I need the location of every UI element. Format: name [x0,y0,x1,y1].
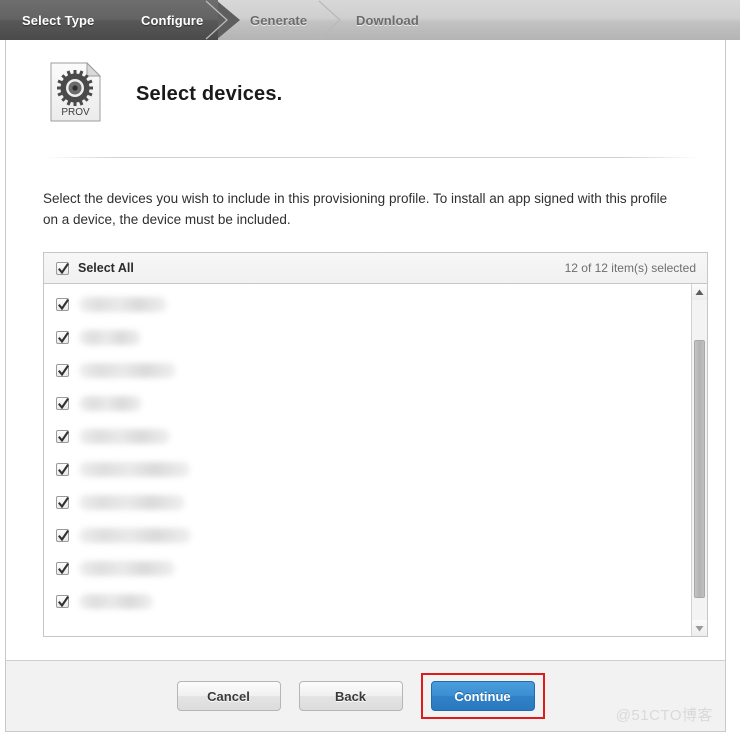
device-row[interactable] [44,387,690,420]
device-row[interactable] [44,486,690,519]
device-checkbox[interactable] [56,298,69,311]
step-download[interactable]: Download [356,0,419,40]
device-row[interactable] [44,288,690,321]
step-separator-2 [318,0,341,40]
step-separator-1 [205,0,228,40]
continue-button[interactable]: Continue [430,681,535,711]
cancel-button[interactable]: Cancel [176,681,281,711]
device-list-body [44,284,707,636]
device-name-redacted [79,561,175,576]
device-row[interactable] [44,354,690,387]
step-label-generate: Generate [250,12,308,28]
scrollbar-thumb[interactable] [694,340,705,598]
content-panel: PROV Select devices. Select the devices … [5,40,726,660]
device-row[interactable] [44,552,690,585]
device-list-header: Select All 12 of 12 item(s) selected [44,253,707,284]
step-configure[interactable]: Configure [141,0,203,40]
watermark: @51CTO博客 [615,707,713,724]
device-row[interactable] [44,453,690,486]
wizard-footer: Cancel Back Continue @51CTO博客 [5,660,726,732]
device-checkbox[interactable] [56,331,69,344]
device-checkbox[interactable] [56,529,69,542]
back-button[interactable]: Back [298,681,403,711]
wizard-step-bar: Select Type Configure Generate Download [0,0,740,40]
device-checkbox[interactable] [56,463,69,476]
scroll-up-arrow-icon[interactable] [692,284,707,300]
device-name-redacted [79,495,185,510]
device-row[interactable] [44,519,690,552]
page-title: Select devices. [136,83,283,105]
device-name-redacted [79,330,141,345]
device-name-redacted [79,528,191,543]
device-rows [44,284,690,618]
select-all-checkbox[interactable] [56,261,69,275]
step-label-select-type: Select Type [22,12,95,28]
device-name-redacted [79,297,167,312]
device-list-scrollbar[interactable] [691,284,707,636]
device-list-box: Select All 12 of 12 item(s) selected [43,252,708,637]
device-name-redacted [79,396,142,411]
selection-count-label: 12 of 12 item(s) selected [564,261,696,275]
device-checkbox[interactable] [56,397,69,410]
device-name-redacted [79,462,190,477]
svg-text:PROV: PROV [61,107,90,118]
step-generate[interactable]: Generate [250,0,307,40]
device-name-redacted [79,594,153,609]
select-all-label: Select All [78,261,134,275]
device-checkbox[interactable] [56,496,69,509]
device-checkbox[interactable] [56,562,69,575]
scroll-down-arrow-icon[interactable] [692,620,707,636]
page-description: Select the devices you wish to include i… [43,191,668,227]
prov-document-icon: PROV [50,62,101,122]
step-select-type[interactable]: Select Type [22,0,94,40]
step-label-download: Download [356,12,419,28]
device-checkbox[interactable] [56,595,69,608]
device-row[interactable] [44,420,690,453]
continue-highlight-annotation: Continue [420,673,545,719]
device-checkbox[interactable] [56,364,69,377]
step-label-configure: Configure [141,12,204,28]
device-name-redacted [79,363,176,378]
page-header: PROV Select devices. [6,40,725,150]
header-divider [44,157,699,158]
device-row[interactable] [44,585,690,618]
device-checkbox[interactable] [56,430,69,443]
device-row[interactable] [44,321,690,354]
device-name-redacted [79,429,170,444]
